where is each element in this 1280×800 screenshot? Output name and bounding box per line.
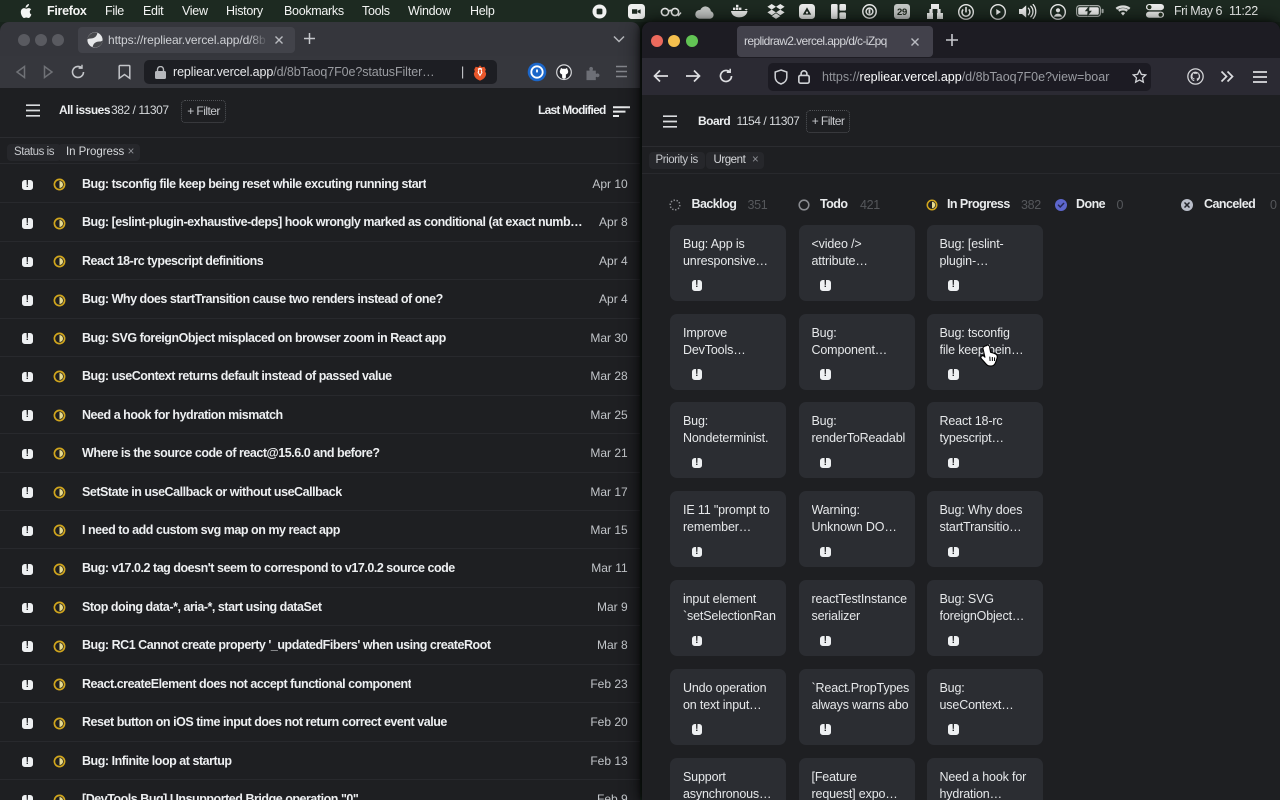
svg-text:29: 29 — [897, 7, 907, 18]
